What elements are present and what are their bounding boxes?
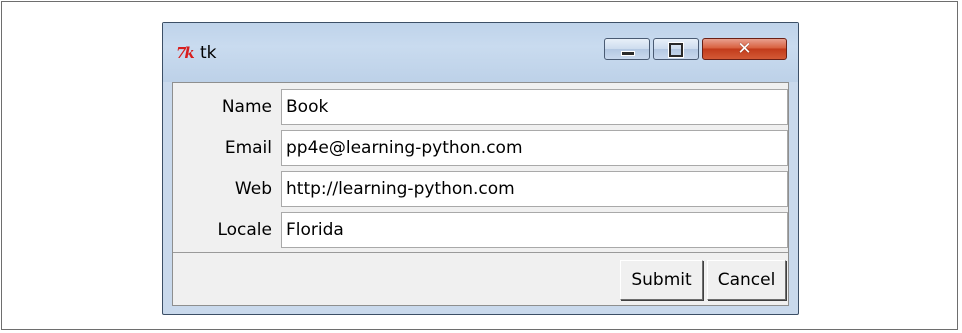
- minimize-button[interactable]: [604, 38, 650, 60]
- web-field[interactable]: http://learning-python.com: [281, 171, 788, 207]
- maximize-icon: [669, 43, 683, 57]
- title-bar[interactable]: 7k tk ✕: [163, 23, 798, 82]
- close-button[interactable]: ✕: [702, 38, 787, 60]
- maximize-button[interactable]: [653, 38, 699, 60]
- locale-label: Locale: [217, 220, 272, 240]
- web-label: Web: [234, 179, 272, 199]
- email-field[interactable]: pp4e@learning-python.com: [281, 130, 788, 166]
- close-icon: ✕: [737, 39, 752, 59]
- window-title: tk: [200, 43, 217, 63]
- locale-field[interactable]: Florida: [281, 212, 788, 248]
- minimize-icon: [621, 51, 635, 56]
- button-separator: [173, 252, 788, 253]
- name-label: Name: [221, 97, 272, 117]
- tk-window: 7k tk ✕ Name Book Email pp4e@learning-py…: [162, 22, 799, 315]
- form-area: Name Book Email pp4e@learning-python.com…: [172, 82, 789, 306]
- submit-button[interactable]: Submit: [620, 260, 703, 300]
- tk-logo-icon: 7k: [176, 44, 195, 62]
- email-label: Email: [224, 138, 272, 158]
- name-field[interactable]: Book: [281, 89, 788, 125]
- cancel-button[interactable]: Cancel: [707, 260, 786, 300]
